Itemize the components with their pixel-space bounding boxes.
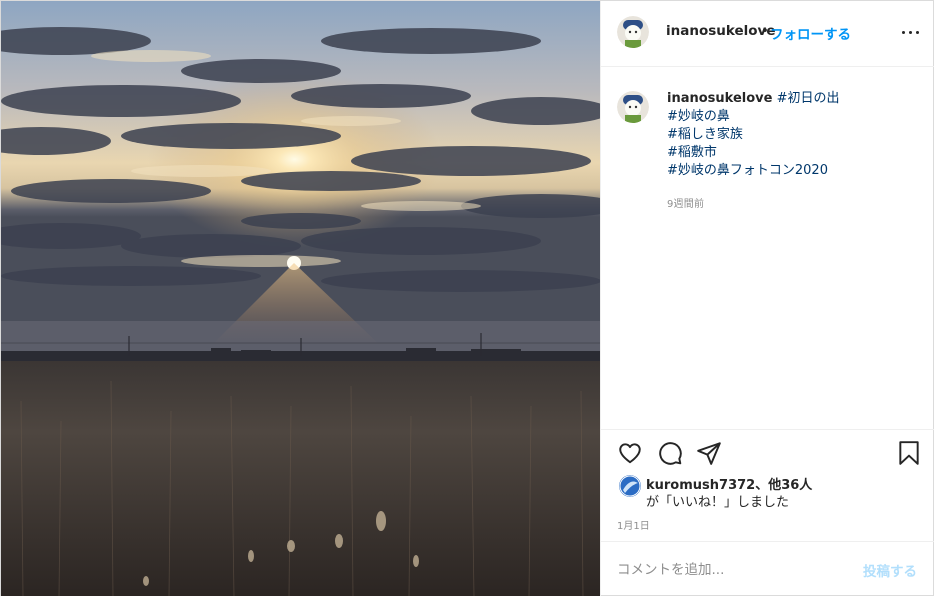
more-horizontal-icon-dot	[916, 31, 920, 35]
caption-avatar[interactable]	[617, 91, 649, 123]
liker-avatar-icon	[619, 475, 641, 497]
more-horizontal-icon-dot	[909, 31, 913, 35]
more-options-button[interactable]	[898, 23, 924, 43]
post-photo[interactable]	[1, 1, 600, 596]
post-comment-button[interactable]: 投稿する	[863, 560, 917, 580]
bookmark-icon	[899, 441, 919, 465]
user-avatar[interactable]	[617, 16, 649, 48]
caption-username[interactable]: inanosukelove	[667, 91, 772, 106]
post-card: inanosukelove • フォローする inanosukelove #初日…	[0, 0, 934, 596]
action-bar	[601, 429, 934, 473]
hashtag-link[interactable]: #稲敷市	[667, 144, 922, 162]
caption-section: inanosukelove #初日の出 #妙岐の鼻 #稲しき家族 #稲敷市 #妙…	[601, 68, 934, 428]
like-button[interactable]	[617, 440, 643, 466]
hashtag-link[interactable]: #妙岐の鼻フォトコン2020	[667, 162, 922, 180]
header-separator: •	[761, 23, 769, 39]
liker-avatar[interactable]	[619, 475, 641, 497]
share-button[interactable]	[696, 440, 722, 466]
comment-bar: 投稿する	[601, 541, 934, 596]
hashtag-link[interactable]: #妙岐の鼻	[667, 108, 922, 126]
heart-icon	[619, 443, 641, 464]
caption-text: inanosukelove #初日の出 #妙岐の鼻 #稲しき家族 #稲敷市 #妙…	[667, 90, 922, 180]
sunrise-photo-image	[1, 1, 600, 596]
likes-section: kuromush7372、他36人 が「いいね！」しました	[601, 471, 934, 511]
comment-input[interactable]	[617, 559, 847, 581]
likes-suffix: が「いいね！」しました	[646, 495, 790, 510]
hashtag-link[interactable]: #初日の出	[777, 91, 840, 106]
save-button[interactable]	[896, 440, 922, 466]
post-side-panel: inanosukelove • フォローする inanosukelove #初日…	[600, 1, 934, 596]
post-date[interactable]: 1月1日	[617, 517, 650, 532]
mascot-avatar-icon	[617, 16, 649, 48]
more-horizontal-icon	[902, 31, 906, 35]
caption-time-ago[interactable]: 9週間前	[667, 195, 704, 210]
hashtag-link[interactable]: #稲しき家族	[667, 126, 922, 144]
comment-button[interactable]	[657, 440, 683, 466]
follow-button[interactable]: フォローする	[770, 23, 851, 43]
comment-icon	[659, 442, 682, 465]
post-header: inanosukelove • フォローする	[601, 1, 934, 67]
header-username[interactable]: inanosukelove	[666, 23, 776, 39]
mascot-avatar-icon	[617, 91, 649, 123]
paper-plane-icon	[697, 442, 721, 465]
